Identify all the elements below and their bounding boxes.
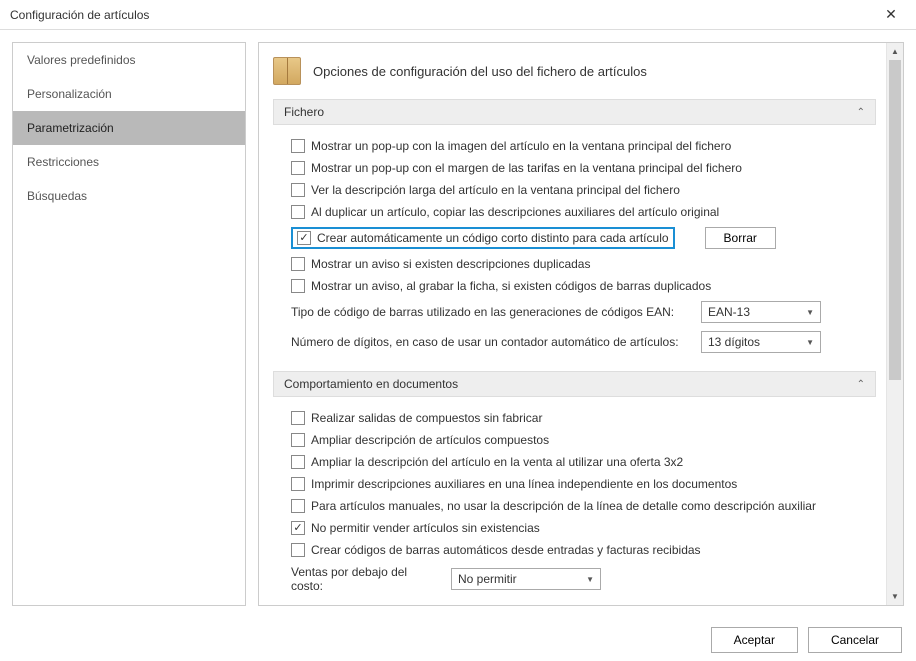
cancel-button[interactable]: Cancelar [808,627,902,653]
check-label: Mostrar un aviso, al grabar la ficha, si… [311,279,711,293]
select-value: EAN-13 [708,305,750,319]
checkbox[interactable] [291,477,305,491]
scroll-track[interactable] [887,60,903,588]
borrar-button[interactable]: Borrar [705,227,776,249]
section-title: Comportamiento en documentos [284,377,458,391]
check-label: Ver la descripción larga del artículo en… [311,183,680,197]
check-label: Mostrar un pop-up con la imagen del artí… [311,139,731,153]
check-aviso-barras-dup[interactable]: Mostrar un aviso, al grabar la ficha, si… [291,275,866,297]
sidebar-item-restricciones[interactable]: Restricciones [13,145,245,179]
sidebar-item-label: Valores predefinidos [27,53,136,67]
checkbox[interactable] [291,433,305,447]
checkbox[interactable] [291,455,305,469]
check-popup-imagen[interactable]: Mostrar un pop-up con la imagen del artí… [291,135,866,157]
field-label: Tipo de código de barras utilizado en la… [291,305,691,319]
content-header-title: Opciones de configuración del uso del fi… [313,64,647,79]
sidebar-item-label: Búsquedas [27,189,87,203]
chevron-down-icon: ▼ [806,338,814,347]
chevron-down-icon: ▼ [586,575,594,584]
sidebar-item-busquedas[interactable]: Búsquedas [13,179,245,213]
sidebar: Valores predefinidos Personalización Par… [12,42,246,606]
check-label: Realizar salidas de compuestos sin fabri… [311,411,542,425]
check-duplicar-aux[interactable]: Al duplicar un artículo, copiar las desc… [291,201,866,223]
check-label: Al duplicar un artículo, copiar las desc… [311,205,719,219]
field-numero-digitos: Número de dígitos, en caso de usar un co… [291,327,866,357]
chevron-up-icon: ⌃ [857,379,865,390]
dialog-footer: Aceptar Cancelar [0,619,916,661]
check-label: Para artículos manuales, no usar la desc… [311,499,816,513]
check-descripcion-larga[interactable]: Ver la descripción larga del artículo en… [291,179,866,201]
check-imprimir-aux[interactable]: Imprimir descripciones auxiliares en una… [291,473,866,495]
sidebar-item-valores[interactable]: Valores predefinidos [13,43,245,77]
scroll-down-icon[interactable]: ▼ [887,588,903,605]
checkbox[interactable] [291,543,305,557]
scroll-up-icon[interactable]: ▲ [887,43,903,60]
window-title: Configuración de artículos [10,8,876,22]
select-ventas-costo[interactable]: No permitir ▼ [451,568,601,590]
checkbox[interactable] [291,205,305,219]
check-label: Crear automáticamente un código corto di… [317,231,669,245]
select-value: 13 dígitos [708,335,760,349]
select-tipo-codigo-barras[interactable]: EAN-13 ▼ [701,301,821,323]
box-icon [273,57,301,85]
section-header-comportamiento[interactable]: Comportamiento en documentos ⌃ [273,371,876,397]
check-aviso-desc-dup[interactable]: Mostrar un aviso si existen descripcione… [291,253,866,275]
checkbox[interactable] [291,279,305,293]
check-salidas-compuestos[interactable]: Realizar salidas de compuestos sin fabri… [291,407,866,429]
sidebar-item-parametrizacion[interactable]: Parametrización [13,111,245,145]
vertical-scrollbar[interactable]: ▲ ▼ [886,43,903,605]
main-area: Valores predefinidos Personalización Par… [0,30,916,618]
check-label: Mostrar un aviso si existen descripcione… [311,257,590,271]
content-scroll-area: Opciones de configuración del uso del fi… [259,43,886,605]
chevron-down-icon: ▼ [806,308,814,317]
check-codigos-barras-auto[interactable]: Crear códigos de barras automáticos desd… [291,539,866,561]
ok-button[interactable]: Aceptar [711,627,798,653]
field-tipo-codigo-barras: Tipo de código de barras utilizado en la… [291,297,866,327]
select-value: No permitir [458,572,517,586]
check-label: No permitir vender artículos sin existen… [311,521,540,535]
titlebar: Configuración de artículos ✕ [0,0,916,30]
sidebar-item-label: Personalización [27,87,112,101]
content-header: Opciones de configuración del uso del fi… [273,57,876,85]
checkbox[interactable] [291,161,305,175]
field-label: Ventas por debajo del costo: [291,565,441,593]
checkbox[interactable] [297,231,311,245]
check-codigo-corto[interactable]: Crear automáticamente un código corto di… [291,227,675,249]
field-ventas-costo: Ventas por debajo del costo: No permitir… [291,561,866,597]
section-title: Fichero [284,105,324,119]
check-articulos-manuales[interactable]: Para artículos manuales, no usar la desc… [291,495,866,517]
checkbox[interactable] [291,257,305,271]
check-codigo-corto-row: Crear automáticamente un código corto di… [291,223,866,253]
sidebar-item-label: Restricciones [27,155,99,169]
field-label: Número de dígitos, en caso de usar un co… [291,335,691,349]
section-header-fichero[interactable]: Fichero ⌃ [273,99,876,125]
check-ampliar-oferta[interactable]: Ampliar la descripción del artículo en l… [291,451,866,473]
sidebar-item-personalizacion[interactable]: Personalización [13,77,245,111]
sidebar-item-label: Parametrización [27,121,114,135]
checkbox[interactable] [291,411,305,425]
check-no-sin-existencias[interactable]: No permitir vender artículos sin existen… [291,517,866,539]
checkbox[interactable] [291,183,305,197]
content-panel: Opciones de configuración del uso del fi… [258,42,904,606]
chevron-up-icon: ⌃ [857,107,865,118]
checkbox[interactable] [291,521,305,535]
close-button[interactable]: ✕ [876,0,906,30]
check-label: Ampliar descripción de artículos compues… [311,433,549,447]
check-label: Mostrar un pop-up con el margen de las t… [311,161,742,175]
select-numero-digitos[interactable]: 13 dígitos ▼ [701,331,821,353]
checkbox[interactable] [291,499,305,513]
section-body-fichero: Mostrar un pop-up con la imagen del artí… [273,135,876,371]
check-label: Ampliar la descripción del artículo en l… [311,455,683,469]
check-label: Imprimir descripciones auxiliares en una… [311,477,737,491]
check-popup-margen[interactable]: Mostrar un pop-up con el margen de las t… [291,157,866,179]
check-ampliar-compuestos[interactable]: Ampliar descripción de artículos compues… [291,429,866,451]
check-label: Crear códigos de barras automáticos desd… [311,543,701,557]
scroll-thumb[interactable] [889,60,901,380]
section-body-comportamiento: Realizar salidas de compuestos sin fabri… [273,407,876,605]
checkbox[interactable] [291,139,305,153]
